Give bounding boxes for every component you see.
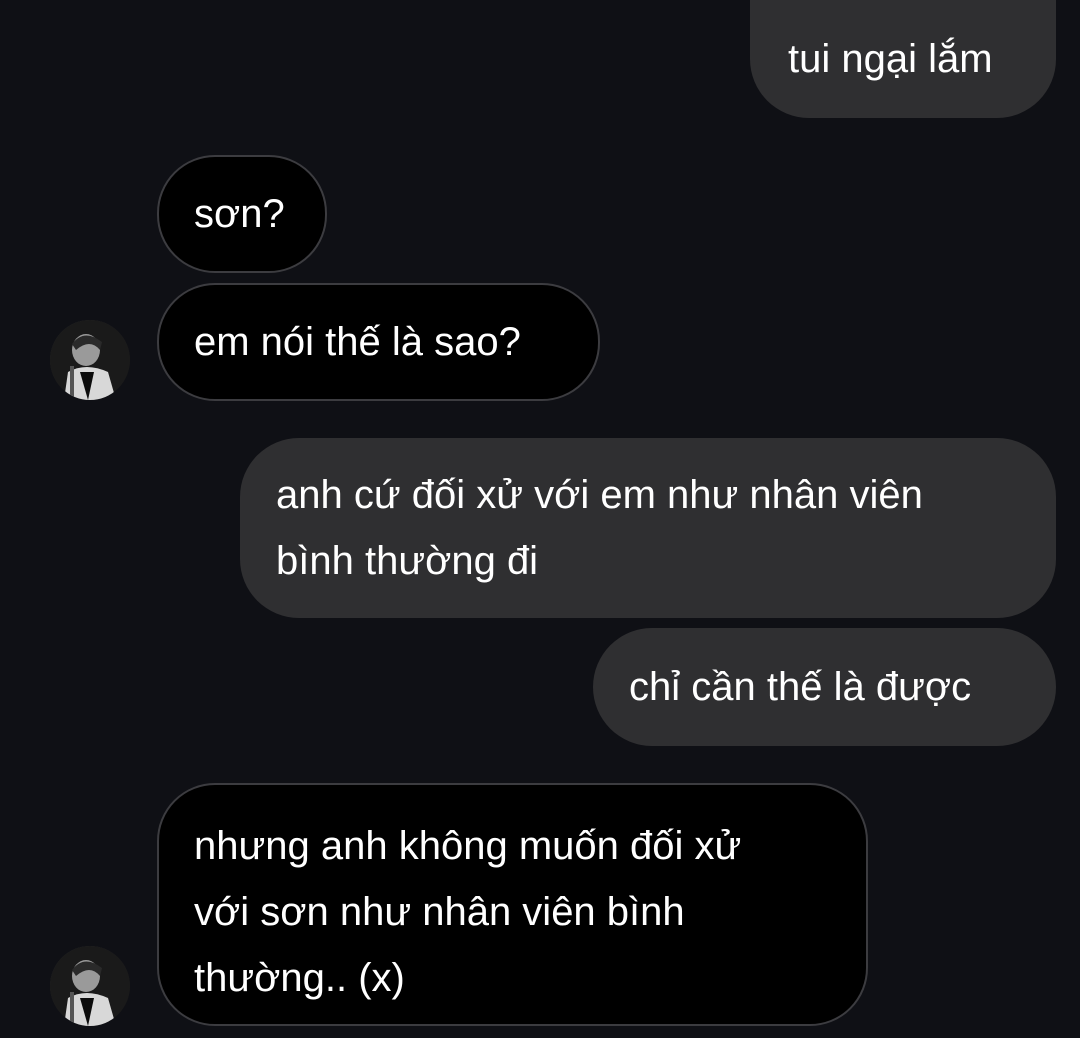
contact-avatar[interactable] [50, 320, 130, 400]
chat-screen: { "messages": [ {"direction": "outgoing"… [0, 0, 1080, 1038]
outgoing-message-bubble[interactable]: tui ngại lắm [750, 0, 1056, 118]
message-text: sơn? [194, 192, 285, 236]
incoming-message-bubble[interactable]: nhưng anh không muốn đối xử với sơn như … [157, 783, 868, 1026]
message-text-line: bình thường đi [276, 539, 539, 583]
outgoing-message-bubble[interactable]: chỉ cần thế là được [593, 628, 1056, 746]
message-text-line: thường.. (x) [194, 956, 405, 1000]
message-text-line: nhưng anh không muốn đối xử [194, 824, 742, 868]
incoming-message-bubble[interactable]: em nói thế là sao? [157, 283, 600, 401]
outgoing-message-bubble[interactable]: anh cứ đối xử với em như nhân viên bình … [240, 438, 1056, 618]
person-photo-icon [50, 946, 130, 1026]
message-text: em nói thế là sao? [194, 320, 521, 364]
contact-avatar[interactable] [50, 946, 130, 1026]
message-text-line: với sơn như nhân viên bình [194, 890, 685, 934]
message-text: chỉ cần thế là được [629, 665, 972, 709]
incoming-message-bubble[interactable]: sơn? [157, 155, 327, 273]
person-photo-icon [50, 320, 130, 400]
message-text: tui ngại lắm [788, 37, 993, 81]
message-text-line: anh cứ đối xử với em như nhân viên [276, 473, 923, 517]
